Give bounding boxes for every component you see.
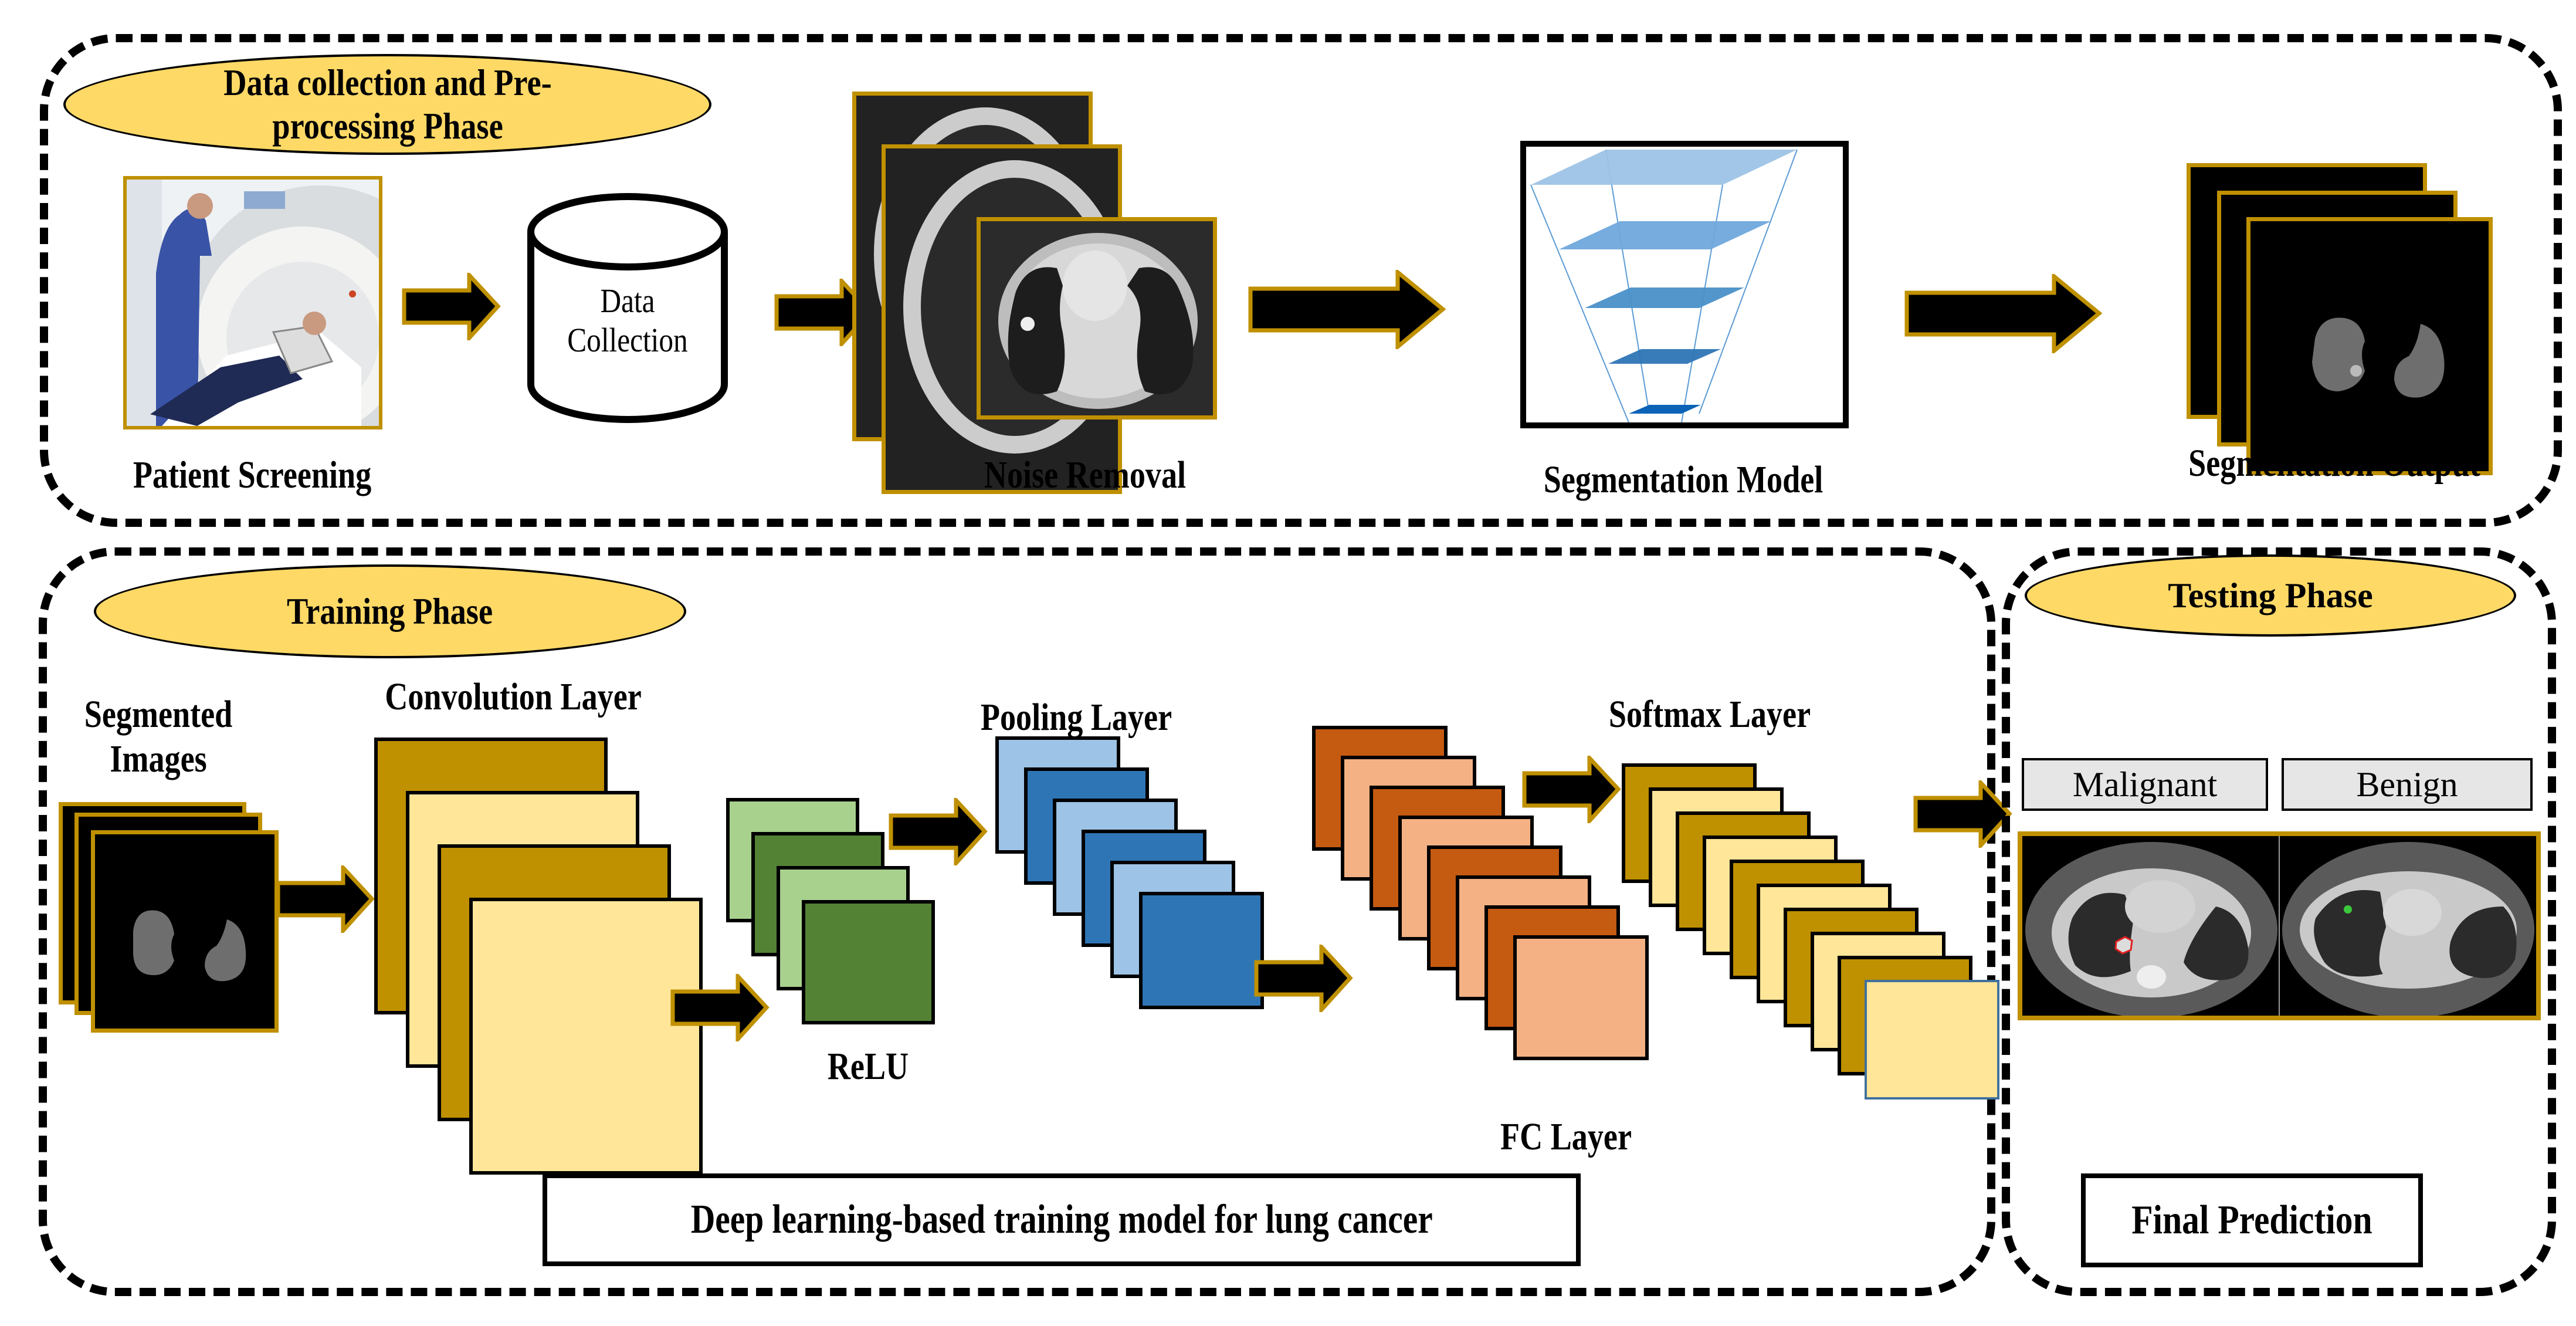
fc-feature-map xyxy=(1513,935,1649,1060)
benign-ct-icon xyxy=(2282,842,2534,1016)
prediction-ct-images xyxy=(2018,831,2541,1020)
class-tag-benign: Benign xyxy=(2282,758,2533,811)
arrow-icon xyxy=(670,974,770,1041)
arrow-icon xyxy=(402,273,501,340)
testing-phase-label: Testing Phase xyxy=(2025,554,2516,637)
benign-label: Benign xyxy=(2356,765,2458,804)
relu-label: ReLU xyxy=(827,1045,909,1088)
malignant-label: Malignant xyxy=(2072,765,2218,804)
arrow-icon xyxy=(1913,780,2012,848)
model-caption-text: Deep learning-based training model for l… xyxy=(690,1197,1433,1242)
patient-screening-label: Patient Screening xyxy=(133,454,372,496)
segmented-image-front xyxy=(2246,217,2493,475)
pooling-feature-map xyxy=(1139,892,1264,1009)
segmented-image-front xyxy=(91,830,279,1033)
relu-feature-map xyxy=(802,900,935,1024)
arrow-icon xyxy=(1522,756,1621,823)
segmentation-output-label: Segmentation Output xyxy=(2188,442,2480,485)
training-phase-text: Training Phase xyxy=(287,590,493,632)
segmentation-model-label: Segmentation Model xyxy=(1543,458,1823,501)
preprocessing-phase-label: Data collection and Pre-processing Phase xyxy=(63,54,711,155)
convolution-layer-label: Convolution Layer xyxy=(385,675,642,718)
class-tag-malignant: Malignant xyxy=(2022,758,2268,811)
convolution-feature-map xyxy=(469,898,703,1175)
pooling-layer-label: Pooling Layer xyxy=(980,696,1172,739)
softmax-layer-label: Softmax Layer xyxy=(1608,693,1811,736)
fc-layer-label: FC Layer xyxy=(1500,1115,1632,1158)
data-collection-label: Data Collection xyxy=(567,282,688,359)
funnel-layers-icon xyxy=(1530,149,1798,423)
testing-phase-text: Testing Phase xyxy=(2168,576,2373,615)
softmax-feature-map xyxy=(1865,980,1999,1100)
final-prediction-text: Final Prediction xyxy=(2131,1198,2372,1243)
segmented-lung-icon xyxy=(133,910,246,982)
arrow-icon xyxy=(1248,270,1446,349)
preprocessing-phase-text: Data collection and Pre-processing Phase xyxy=(223,62,552,147)
arrow-icon xyxy=(276,865,375,933)
mri-scanner-icon xyxy=(127,180,379,426)
final-prediction-box: Final Prediction xyxy=(2081,1173,2423,1267)
ct-scan-image-front xyxy=(977,217,1217,420)
arrow-icon xyxy=(1904,274,2103,353)
segmentation-model-box xyxy=(1520,141,1849,428)
segmented-lung-icon xyxy=(2312,317,2445,398)
malignant-ct-icon xyxy=(2025,842,2277,1016)
noise-removal-label: Noise Removal xyxy=(984,454,1187,496)
arrow-icon xyxy=(1254,945,1353,1012)
lung-ct-icon xyxy=(998,233,1198,409)
model-caption-box: Deep learning-based training model for l… xyxy=(543,1173,1581,1266)
arrow-icon xyxy=(889,798,988,865)
segmented-images-label: Segmented Images xyxy=(84,693,233,780)
training-phase-label: Training Phase xyxy=(94,564,686,658)
patient-screening-photo xyxy=(123,176,382,429)
